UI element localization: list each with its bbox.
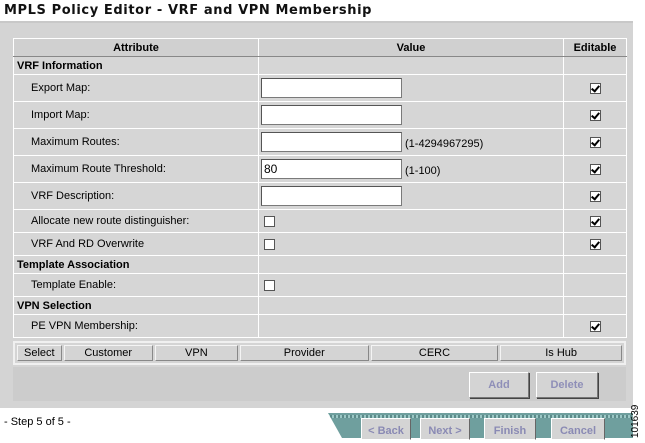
import-map-label: Import Map: [13,101,259,129]
attribute-table: Attribute Value Editable VRF Information… [13,38,627,338]
import-map-input[interactable] [261,105,402,125]
vpn-button-bar: Add Delete [13,367,626,401]
template-enable-label: Template Enable: [13,273,259,297]
add-button[interactable]: Add [469,372,529,398]
vpn-col-select[interactable]: Select [17,345,62,361]
vrf-rd-overwrite-checkbox[interactable] [264,238,275,250]
section-vpn-selection: VPN Selection [13,296,627,315]
vrf-description-input[interactable] [261,186,402,206]
row-allocate-rd: Allocate new route distinguisher: [13,209,627,233]
figure-number: 101639 [630,404,641,438]
row-maximum-route-threshold: Maximum Route Threshold: 80 (1-100) [13,155,627,183]
vpn-col-customer[interactable]: Customer [63,345,153,361]
section-label: VPN Selection [13,296,259,315]
maximum-routes-label: Maximum Routes: [13,128,259,156]
row-vrf-rd-overwrite: VRF And RD Overwrite [13,232,627,256]
back-button[interactable]: < Back [361,418,411,440]
maximum-route-threshold-label: Maximum Route Threshold: [13,155,259,183]
vrf-rd-overwrite-label: VRF And RD Overwrite [13,232,259,256]
maximum-route-threshold-editable-checkbox[interactable] [589,163,601,175]
vpn-col-is-hub[interactable]: Is Hub [500,345,622,361]
export-map-editable-checkbox[interactable] [589,82,601,94]
vpn-col-cerc[interactable]: CERC [370,345,499,361]
section-label: VRF Information [13,56,259,75]
import-map-editable-checkbox[interactable] [589,109,601,121]
finish-button[interactable]: Finish [484,418,536,440]
section-template-association: Template Association [13,255,627,274]
next-button[interactable]: Next > [420,418,470,440]
vpn-col-provider[interactable]: Provider [239,345,369,361]
pe-vpn-membership-editable-checkbox[interactable] [589,320,601,332]
maximum-routes-range: (1-4294967295) [405,138,484,150]
vpn-membership-table: Select Customer VPN Provider CERC Is Hub [13,341,626,365]
allocate-rd-label: Allocate new route distinguisher: [13,209,259,233]
row-maximum-routes: Maximum Routes: (1-4294967295) [13,128,627,156]
pe-vpn-membership-label: PE VPN Membership: [13,314,259,338]
allocate-rd-checkbox[interactable] [264,215,275,227]
header-editable[interactable]: Editable [563,38,627,57]
vpn-col-vpn[interactable]: VPN [154,345,238,361]
section-label: Template Association [13,255,259,274]
row-template-enable: Template Enable: [13,273,627,297]
vpn-table-header: Select Customer VPN Provider CERC Is Hub [17,345,622,361]
template-enable-checkbox[interactable] [264,279,275,291]
table-header-row: Attribute Value Editable [13,38,627,57]
maximum-route-threshold-range: (1-100) [405,165,441,177]
cancel-button[interactable]: Cancel [551,418,605,440]
delete-button[interactable]: Delete [536,372,598,398]
vrf-description-editable-checkbox[interactable] [589,190,601,202]
vrf-description-label: VRF Description: [13,182,259,210]
window-title: MPLS Policy Editor - VRF and VPN Members… [4,3,373,18]
editor-panel: Attribute Value Editable VRF Information… [0,23,633,408]
maximum-route-threshold-input[interactable]: 80 [261,159,402,179]
section-vrf-information: VRF Information [13,56,627,75]
row-pe-vpn-membership: PE VPN Membership: [13,314,627,338]
row-vrf-description: VRF Description: [13,182,627,210]
row-import-map: Import Map: [13,101,627,129]
row-export-map: Export Map: [13,74,627,102]
vrf-rd-overwrite-editable-checkbox[interactable] [589,238,601,250]
export-map-input[interactable] [261,78,402,98]
export-map-label: Export Map: [13,74,259,102]
header-attribute[interactable]: Attribute [13,38,259,57]
header-value[interactable]: Value [258,38,564,57]
maximum-routes-editable-checkbox[interactable] [589,136,601,148]
wizard-step-indicator: - Step 5 of 5 - [4,416,71,428]
allocate-rd-editable-checkbox[interactable] [589,215,601,227]
maximum-routes-input[interactable] [261,132,402,152]
